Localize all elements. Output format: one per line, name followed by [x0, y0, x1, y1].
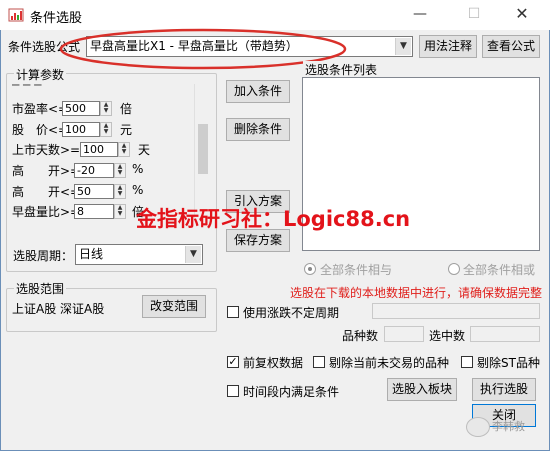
close-icon[interactable]: ✕: [510, 4, 534, 24]
wechat-icon: [466, 417, 490, 437]
params-group-title: 计算参数: [14, 66, 67, 83]
param-label: 高 开>=: [12, 164, 81, 178]
uncertain-period-checkbox[interactable]: [227, 306, 239, 318]
param-input[interactable]: 50 ▲ ▼: [74, 184, 126, 199]
param-label: 早盘量比>=: [12, 205, 81, 219]
radio-or-label: 全部条件相或: [463, 263, 536, 277]
chevron-down-icon[interactable]: ▼: [395, 38, 411, 55]
exclude-st-checkbox[interactable]: [461, 356, 473, 368]
exclude-untraded-checkbox[interactable]: [313, 356, 325, 368]
exclude-untraded-label: 剔除当前未交易的品种: [329, 356, 450, 370]
view-formula-button[interactable]: 查看公式: [482, 35, 540, 58]
change-scope-button[interactable]: 改变范围: [142, 295, 206, 318]
param-unit: 元: [120, 123, 133, 137]
add-condition-button[interactable]: 加入条件: [226, 80, 290, 103]
radio-and-label: 全部条件相与: [320, 263, 393, 277]
period-field: [372, 303, 540, 319]
param-label: 股 价<=: [12, 123, 69, 137]
param-input[interactable]: -20 ▲ ▼: [74, 163, 126, 178]
param-unit: 天: [138, 143, 151, 157]
time-range-label: 时间段内满足条件: [243, 385, 340, 399]
param-unit: %: [132, 162, 144, 176]
params-scrollbar[interactable]: [194, 84, 211, 220]
count-field: [384, 326, 424, 342]
period-label: 选股周期：: [13, 249, 74, 263]
params-list: ─ ─ ─ 市盈率<= 500 ▲ ▼ 倍 股 价<= 100 ▲ ▼ 元 上市天数>=…: [12, 84, 151, 219]
param-input[interactable]: 100 ▲ ▼: [62, 122, 112, 137]
radio-or[interactable]: [448, 263, 460, 275]
watermark-text: 李韩救: [492, 420, 525, 433]
period-select[interactable]: 日线 ▼: [75, 244, 203, 265]
uncertain-period-label: 使用涨跌不定周期: [243, 306, 340, 320]
count-label: 品种数: [342, 329, 379, 343]
param-label: 上市天数>=: [12, 143, 81, 157]
minimize-icon[interactable]: —: [408, 4, 432, 24]
radio-and[interactable]: [304, 263, 316, 275]
selected-field: [470, 326, 540, 342]
delete-condition-button[interactable]: 删除条件: [226, 118, 290, 141]
time-range-checkbox[interactable]: [227, 385, 239, 397]
adjust-checkbox[interactable]: ✓: [227, 356, 239, 368]
scope-group-title: 选股范围: [14, 280, 67, 297]
param-input[interactable]: 500 ▲ ▼: [62, 101, 112, 116]
chevron-down-icon[interactable]: ▼: [185, 246, 201, 263]
scrollbar-thumb[interactable]: [198, 124, 208, 174]
to-block-button[interactable]: 选股入板块: [387, 378, 457, 401]
param-input[interactable]: 100 ▲ ▼: [80, 142, 130, 157]
app-icon: [8, 8, 24, 22]
maximize-icon[interactable]: ☐: [462, 4, 486, 24]
param-unit: 倍: [120, 102, 133, 116]
param-input[interactable]: 8 ▲ ▼: [74, 204, 126, 219]
exclude-st-label: 剔除ST品种: [477, 356, 540, 370]
execute-button[interactable]: 执行选股: [472, 378, 536, 401]
param-unit: %: [132, 183, 144, 197]
conditions-list-title: 选股条件列表: [303, 61, 380, 78]
param-label: 市盈率<=: [12, 102, 69, 116]
adjust-label: 前复权数据: [243, 356, 304, 370]
overlay-banner: 金指标研习社：Logic88.cn: [136, 207, 411, 231]
usage-button[interactable]: 用法注释: [419, 35, 477, 58]
period-value: 日线: [79, 247, 104, 261]
data-notice: 选股在下载的本地数据中进行，请确保数据完整: [290, 286, 543, 300]
param-label: 高 开<=: [12, 185, 81, 199]
selected-label: 选中数: [429, 329, 466, 343]
scope-value: 上证A股 深证A股: [12, 302, 105, 316]
